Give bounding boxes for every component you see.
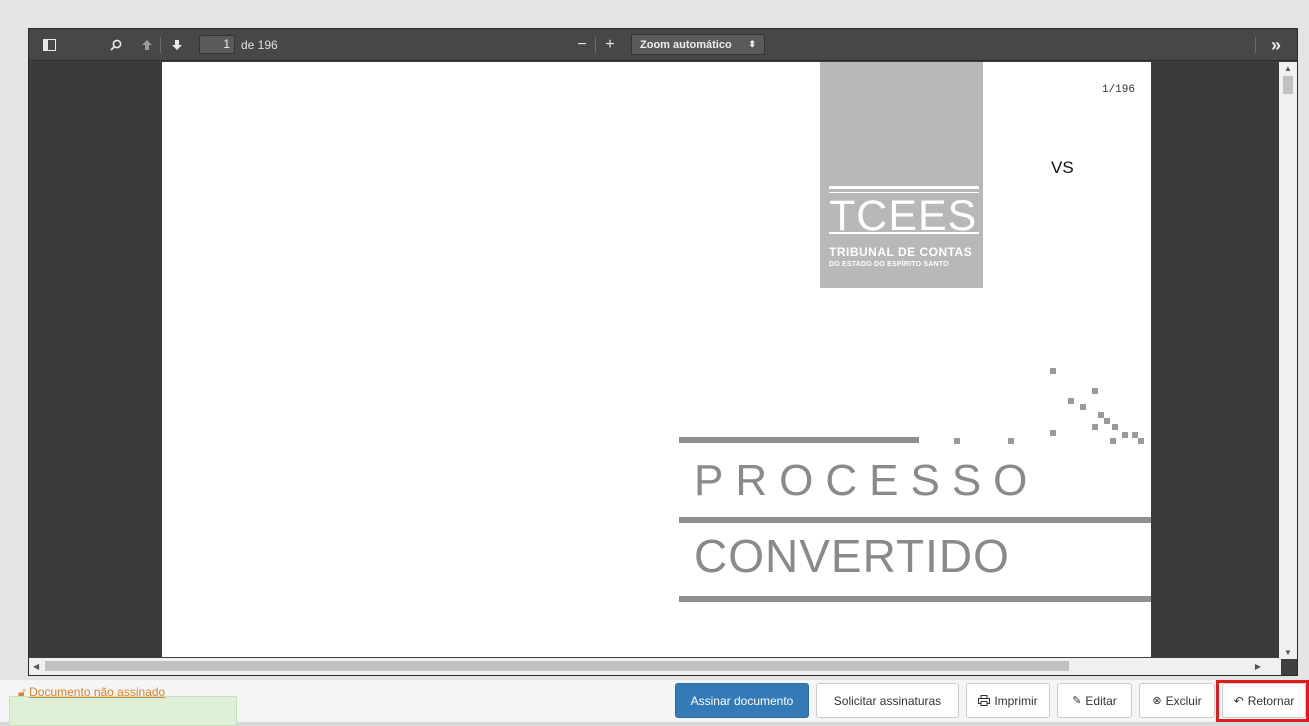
zoom-out-button[interactable]: − xyxy=(573,34,591,56)
delete-label: Excluir xyxy=(1165,693,1202,708)
decor-square xyxy=(1080,404,1086,410)
zoom-in-button[interactable]: + xyxy=(601,34,619,56)
scroll-down-icon[interactable]: ▼ xyxy=(1284,648,1292,657)
print-button[interactable]: Imprimir xyxy=(966,683,1050,718)
page-number-input[interactable]: 1 xyxy=(199,35,235,54)
times-circle-icon: ⊗ xyxy=(1152,695,1162,707)
previous-page-icon[interactable] xyxy=(137,34,157,56)
toolbar-divider xyxy=(1255,37,1256,53)
decor-square xyxy=(1104,418,1110,424)
page-count-label: de 196 xyxy=(241,38,278,52)
decor-square xyxy=(1068,398,1074,404)
pdf-viewer: 1 de 196 − + Zoom automático ⬍ » TCEES T… xyxy=(28,28,1298,676)
zoom-select[interactable]: Zoom automático ⬍ xyxy=(631,34,765,55)
more-tools-button[interactable]: » xyxy=(1263,34,1289,56)
edit-label: Editar xyxy=(1085,693,1117,708)
vertical-scrollbar[interactable]: ▲ ▼ xyxy=(1279,62,1297,659)
decor-bar xyxy=(679,517,1151,523)
decor-square xyxy=(954,438,960,444)
delete-button[interactable]: ⊗ Excluir xyxy=(1139,683,1215,718)
app-frame: 1 de 196 − + Zoom automático ⬍ » TCEES T… xyxy=(0,0,1309,726)
edit-button[interactable]: ✎ Editar xyxy=(1057,683,1132,718)
decor-square xyxy=(1050,368,1056,374)
toolbar-divider xyxy=(595,37,596,53)
next-page-icon[interactable] xyxy=(167,34,187,56)
zoom-select-label: Zoom automático xyxy=(640,38,732,51)
signature-status: 🔓︎ Documento não assinado xyxy=(18,685,165,700)
decor-square xyxy=(1138,438,1144,444)
signature-status-label: Documento não assinado xyxy=(29,685,166,699)
logo-subtitle: TRIBUNAL DE CONTAS xyxy=(829,245,973,259)
page-counter: 1/196 xyxy=(1101,84,1135,96)
pdf-page: TCEES TRIBUNAL DE CONTAS DO ESTADO DO ES… xyxy=(162,62,1151,657)
decor-square xyxy=(1110,438,1116,444)
scroll-up-icon[interactable]: ▲ xyxy=(1284,64,1292,73)
title-processo: PROCESSO xyxy=(694,456,1040,505)
action-footer: 🔓︎ Documento não assinado Assinar docume… xyxy=(0,680,1309,726)
logo-rule xyxy=(829,232,979,234)
vs-label: VS xyxy=(1051,158,1074,177)
request-signatures-button[interactable]: Solicitar assinaturas xyxy=(816,683,959,718)
decor-square xyxy=(1092,388,1098,394)
decor-square xyxy=(1050,430,1056,436)
horizontal-scroll-thumb[interactable] xyxy=(45,661,1069,671)
search-icon[interactable] xyxy=(105,34,127,56)
toolbar-divider xyxy=(160,37,161,53)
sidebar-toggle-icon[interactable] xyxy=(37,34,61,56)
print-label: Imprimir xyxy=(994,693,1038,708)
logo-subtitle-small: DO ESTADO DO ESPÍRITO SANTO xyxy=(829,261,949,268)
sign-document-button[interactable]: Assinar documento xyxy=(675,683,809,718)
chevron-updown-icon: ⬍ xyxy=(748,39,756,49)
decor-square xyxy=(1112,424,1118,430)
scroll-right-icon[interactable]: ▶ xyxy=(1255,662,1261,671)
unlock-icon: 🔓︎ xyxy=(18,685,26,699)
highlight-box xyxy=(1216,680,1309,722)
title-convertido: CONVERTIDO xyxy=(694,530,1010,582)
decor-square xyxy=(1008,438,1014,444)
decor-bar xyxy=(679,596,1151,602)
sign-document-label: Assinar documento xyxy=(690,693,794,708)
decor-square xyxy=(1092,424,1098,430)
scroll-left-icon[interactable]: ◀ xyxy=(33,662,39,671)
pdf-content-area[interactable]: TCEES TRIBUNAL DE CONTAS DO ESTADO DO ES… xyxy=(29,62,1279,657)
horizontal-scrollbar[interactable]: ◀ ▶ xyxy=(29,658,1281,675)
edit-icon: ✎ xyxy=(1072,695,1082,707)
pdf-toolbar: 1 de 196 − + Zoom automático ⬍ » xyxy=(29,29,1297,61)
decor-square xyxy=(1122,432,1128,438)
decor-bar xyxy=(679,437,919,443)
request-signatures-label: Solicitar assinaturas xyxy=(833,693,942,708)
tcees-logo: TCEES TRIBUNAL DE CONTAS DO ESTADO DO ES… xyxy=(820,62,983,288)
printer-icon xyxy=(978,695,991,706)
vertical-scroll-thumb[interactable] xyxy=(1283,76,1293,94)
logo-rule xyxy=(829,186,979,189)
